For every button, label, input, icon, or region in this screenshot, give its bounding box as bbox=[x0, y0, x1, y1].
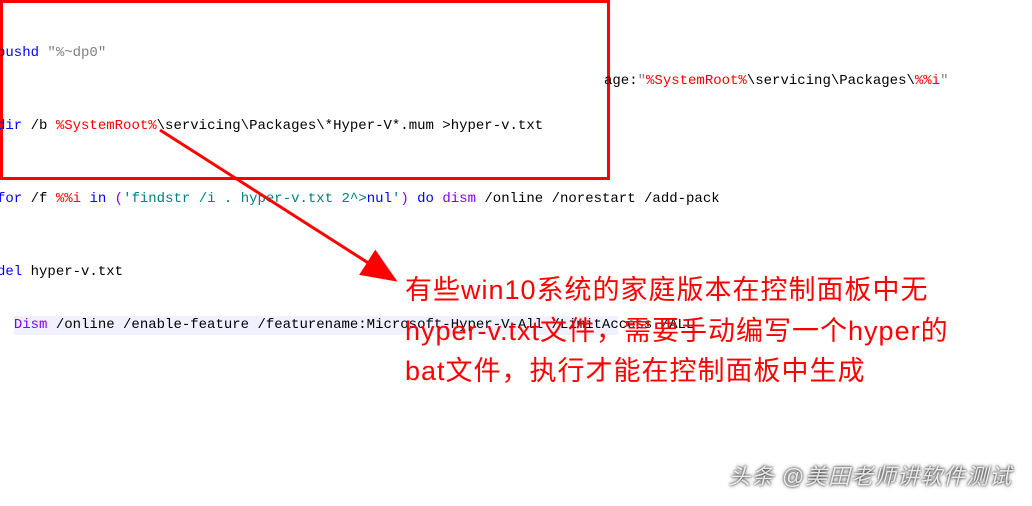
keyword-del: del bbox=[0, 264, 22, 280]
code-line-1: pushd "%~dp0" bbox=[0, 44, 607, 64]
cmd-dism: Dism bbox=[14, 317, 48, 333]
code-editor-box: pushd "%~dp0" dir /b %SystemRoot%\servic… bbox=[0, 0, 610, 180]
keyword-for: for bbox=[0, 191, 22, 207]
code-line-2: dir /b %SystemRoot%\servicing\Packages\*… bbox=[0, 117, 607, 137]
loop-var: %%i bbox=[56, 191, 81, 207]
code-line-3: for /f %%i in ('findstr /i . hyper-v.txt… bbox=[0, 190, 607, 210]
env-var: %SystemRoot% bbox=[56, 118, 157, 134]
code-line-3-overflow: age:"%SystemRoot%\servicing\Packages\%%i… bbox=[604, 73, 949, 89]
string-literal: "%~dp0" bbox=[47, 45, 106, 61]
keyword-dir: dir bbox=[0, 118, 22, 134]
cmd-dism: dism bbox=[434, 191, 476, 207]
watermark-text: 头条 @美田老师讲软件测试 bbox=[729, 459, 1012, 491]
loop-var: %%i bbox=[915, 73, 940, 89]
annotation-text: 有些win10系统的家庭版本在控制面板中无hyper-v.txt文件，需要手动编… bbox=[405, 270, 950, 392]
keyword-pushd: pushd bbox=[0, 45, 47, 61]
env-var: %SystemRoot% bbox=[646, 73, 747, 89]
